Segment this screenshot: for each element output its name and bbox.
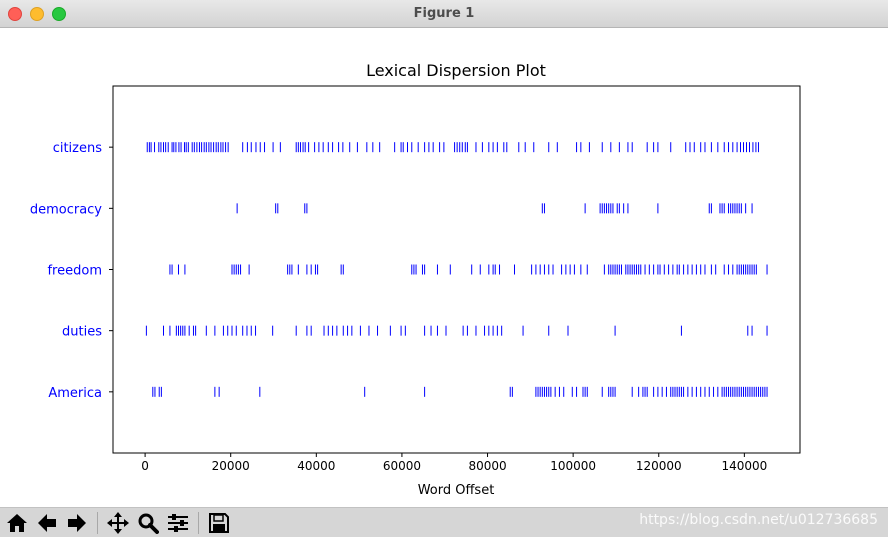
sliders-icon — [168, 514, 188, 532]
toolbar-separator — [198, 512, 199, 534]
zoom-button[interactable] — [135, 511, 161, 535]
figure-canvas: Lexical Dispersion Plot Word Offset 0 200… — [0, 28, 888, 507]
y-label-duties: duties — [62, 325, 102, 340]
home-button[interactable] — [4, 511, 30, 535]
back-button[interactable] — [34, 511, 60, 535]
home-icon — [7, 514, 27, 532]
configure-subplots-button[interactable] — [165, 511, 191, 535]
x-axis-label: Word Offset — [418, 483, 495, 498]
chart-title: Lexical Dispersion Plot — [366, 61, 546, 80]
y-label-citizens: citizens — [53, 141, 103, 156]
forward-button[interactable] — [64, 511, 90, 535]
floppy-disk-icon — [209, 513, 229, 533]
y-label-america: America — [48, 386, 102, 401]
y-label-freedom: freedom — [47, 264, 102, 279]
plot-area — [112, 85, 801, 454]
toolbar-separator — [97, 512, 98, 534]
move-icon — [107, 512, 129, 534]
window-title: Figure 1 — [413, 6, 475, 21]
y-label-democracy: democracy — [30, 202, 102, 217]
arrow-left-icon — [38, 514, 56, 532]
x-tick-label: 80000 — [468, 459, 506, 473]
window-titlebar: Figure 1 — [0, 0, 888, 28]
navigation-toolbar: https://blog.csdn.net/u012736685 — [0, 507, 888, 537]
x-tick-label: 20000 — [212, 459, 250, 473]
x-tick-label: 60000 — [383, 459, 421, 473]
magnifier-icon — [138, 513, 159, 534]
x-tick-label: 0 — [141, 459, 149, 473]
x-tick-label: 140000 — [721, 459, 767, 473]
x-tick-label: 120000 — [636, 459, 682, 473]
x-tick-label: 40000 — [297, 459, 335, 473]
arrow-right-icon — [68, 514, 86, 532]
watermark-text: https://blog.csdn.net/u012736685 — [639, 512, 878, 528]
pan-button[interactable] — [105, 511, 131, 535]
x-tick-label: 100000 — [550, 459, 596, 473]
save-button[interactable] — [206, 511, 232, 535]
